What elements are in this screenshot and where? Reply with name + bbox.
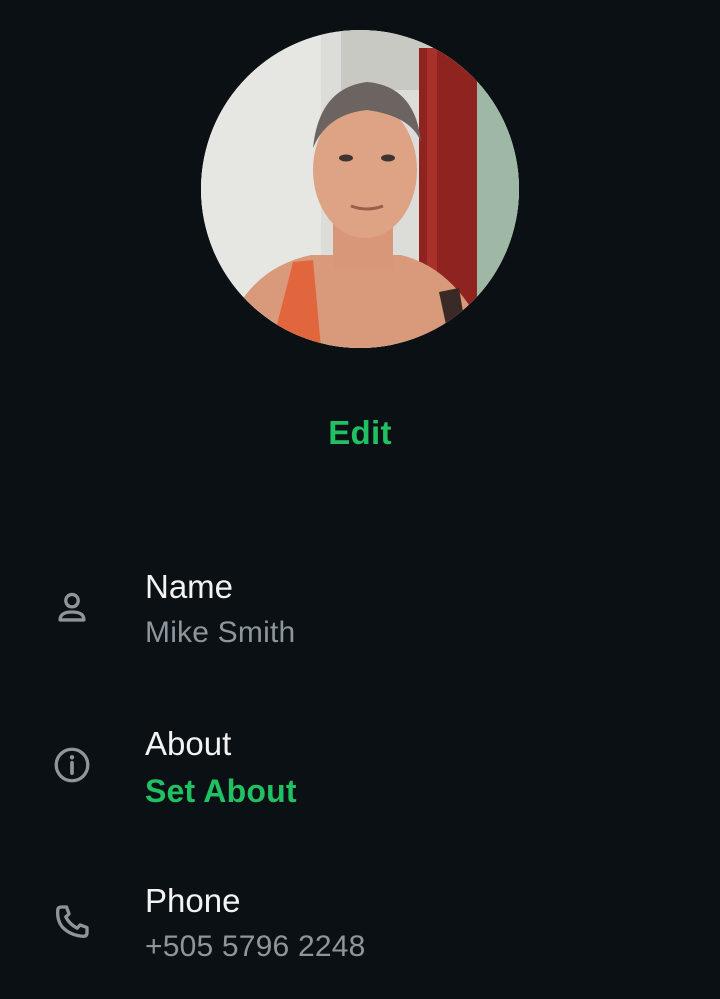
name-value: Mike Smith [145, 616, 296, 649]
profile-photo-image [201, 30, 519, 348]
phone-icon [48, 898, 96, 946]
phone-value: +505 5796 2248 [145, 930, 366, 963]
person-icon [48, 584, 96, 632]
row-phone[interactable]: Phone +505 5796 2248 [0, 874, 720, 994]
edit-photo-link[interactable]: Edit [0, 414, 720, 452]
about-title: About [145, 725, 232, 762]
phone-title: Phone [145, 882, 241, 919]
row-about[interactable]: About Set About [0, 717, 720, 837]
about-value[interactable]: Set About [145, 773, 297, 810]
profile-photo[interactable] [201, 30, 519, 348]
name-title: Name [145, 568, 234, 605]
row-name[interactable]: Name Mike Smith [0, 560, 720, 680]
info-icon [48, 741, 96, 789]
